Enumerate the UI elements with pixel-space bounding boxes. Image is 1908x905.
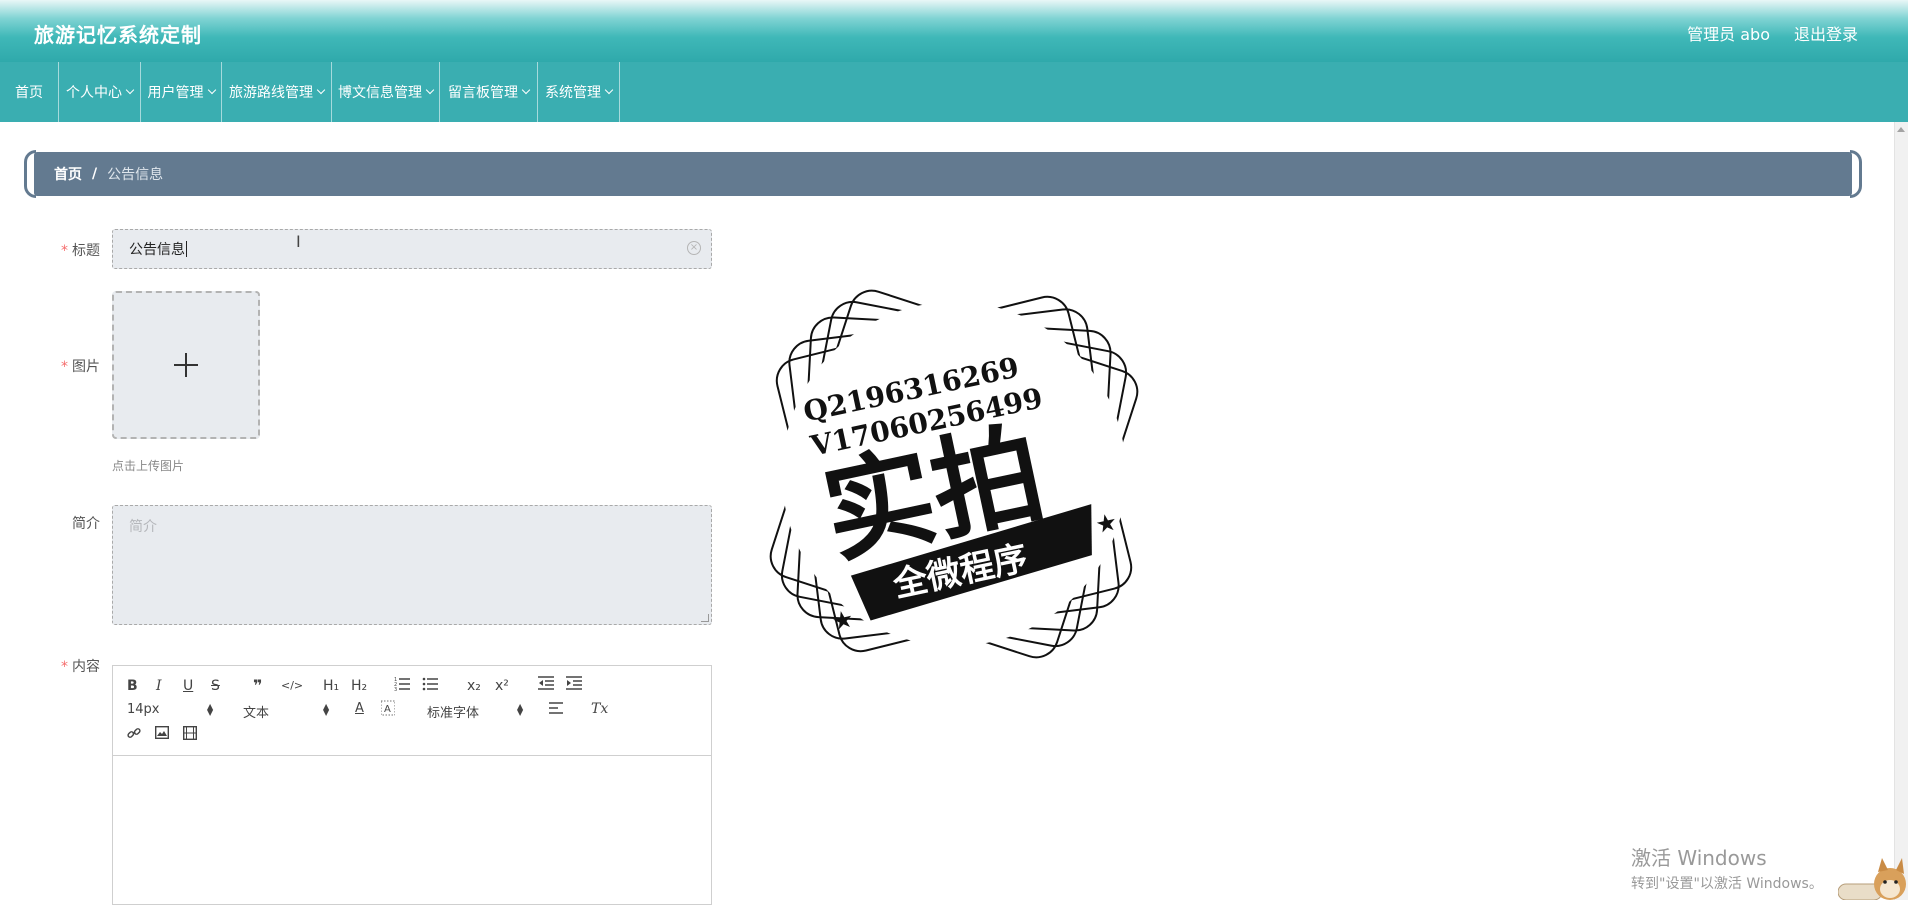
blockquote-button[interactable]: ❞: [253, 676, 262, 695]
intro-textarea[interactable]: 简介: [112, 505, 712, 625]
content-label-text: 内容: [72, 659, 100, 675]
required-mark: *: [61, 243, 68, 259]
svg-text:3: 3: [394, 687, 397, 691]
nav-item-system-management[interactable]: 系统管理: [538, 62, 620, 122]
nav-label: 博文信息管理: [338, 85, 422, 101]
required-mark: *: [61, 359, 68, 375]
chevron-down-icon: [207, 85, 216, 95]
title-label: * 标题: [20, 240, 100, 260]
chevron-down-icon: [125, 85, 135, 95]
select-arrows-icon: ▲ ▼: [517, 702, 524, 717]
nav-item-user-management[interactable]: 用户管理: [141, 62, 222, 122]
image-icon[interactable]: [154, 725, 170, 743]
watermark-stamp: Q2196316269 V17060256499 实拍 全微程序 ★ ★: [769, 289, 1139, 659]
ibeam-cursor-icon: I: [296, 232, 301, 251]
background-color-icon[interactable]: A: [380, 700, 396, 720]
svg-text:A: A: [384, 704, 391, 715]
content-label: * 内容: [20, 656, 100, 676]
image-upload[interactable]: [112, 291, 260, 439]
font-color-button[interactable]: A: [355, 701, 364, 716]
windows-activation-notice: 激活 Windows 转到"设置"以激活 Windows。: [1631, 842, 1823, 893]
h1-button[interactable]: H₁: [323, 678, 339, 694]
intro-placeholder: 简介: [129, 519, 157, 535]
h2-button[interactable]: H₂: [351, 678, 367, 694]
title-label-text: 标题: [72, 243, 100, 259]
ordered-list-icon[interactable]: 123: [394, 675, 410, 695]
plus-icon: [174, 353, 198, 377]
resize-handle-icon[interactable]: [701, 614, 709, 622]
editor-toolbar: B I U S ❞ </> H₁ H₂ 123 x₂ x² 14px ▲ ▼ 文本…: [113, 666, 711, 756]
nav-item-route-management[interactable]: 旅游路线管理: [222, 62, 332, 122]
breadcrumb-bar: 首页 / 公告信息: [34, 152, 1852, 196]
strike-button[interactable]: S: [211, 678, 220, 694]
image-label: * 图片: [20, 356, 100, 376]
chevron-down-icon: [316, 85, 326, 95]
font-size-value: 14px: [127, 702, 160, 717]
app-title: 旅游记忆系统定制: [34, 23, 202, 47]
header-user-area: 管理员 abo 退出登录: [1687, 21, 1858, 45]
bold-button[interactable]: B: [127, 678, 138, 694]
align-left-icon[interactable]: [549, 702, 563, 719]
font-family-select[interactable]: 标准字体 ▲ ▼: [427, 702, 527, 722]
required-mark: *: [61, 659, 68, 675]
bracket-right: [1850, 150, 1862, 198]
admin-label[interactable]: 管理员 abo: [1687, 21, 1770, 45]
underline-button[interactable]: U: [183, 678, 193, 694]
windows-activation-line1: 激活 Windows: [1631, 846, 1767, 870]
chevron-down-icon: [521, 85, 531, 95]
nav-item-message-board[interactable]: 留言板管理: [440, 62, 538, 122]
header-select[interactable]: 文本 ▲ ▼: [243, 702, 333, 722]
breadcrumb: 首页 / 公告信息: [24, 150, 1862, 198]
italic-button[interactable]: I: [156, 678, 162, 694]
nav-label: 用户管理: [147, 85, 204, 101]
link-icon[interactable]: [127, 726, 141, 744]
nav-label: 首页: [15, 85, 43, 101]
vertical-scrollbar[interactable]: [1894, 122, 1908, 900]
nav-label: 旅游路线管理: [229, 85, 313, 101]
windows-activation-line2: 转到"设置"以激活 Windows。: [1631, 876, 1823, 892]
indent-icon[interactable]: [566, 676, 582, 694]
dog-mascot-icon: [1838, 858, 1906, 900]
select-arrows-icon: ▲ ▼: [323, 702, 330, 717]
nav-item-personal-center[interactable]: 个人中心: [59, 62, 141, 122]
bullet-list-icon[interactable]: [422, 675, 438, 695]
clear-icon[interactable]: ×: [687, 241, 701, 255]
logout-link[interactable]: 退出登录: [1794, 21, 1858, 45]
breadcrumb-separator: /: [92, 166, 98, 182]
chevron-down-icon: [604, 85, 614, 95]
select-arrows-icon: ▲ ▼: [207, 702, 214, 717]
rich-text-editor: B I U S ❞ </> H₁ H₂ 123 x₂ x² 14px ▲ ▼ 文本…: [112, 665, 712, 905]
title-input-value: 公告信息: [129, 242, 185, 258]
upload-tip: 点击上传图片: [112, 459, 185, 473]
font-family-value: 标准字体: [427, 706, 480, 721]
chevron-down-icon: [425, 85, 435, 95]
nav-label: 个人中心: [66, 85, 122, 101]
top-header: 旅游记忆系统定制 管理员 abo 退出登录: [0, 0, 1908, 62]
font-size-select[interactable]: 14px ▲ ▼: [127, 702, 217, 720]
text-caret: [186, 241, 187, 257]
header-select-value: 文本: [243, 706, 270, 721]
nav-label: 系统管理: [545, 85, 601, 101]
code-block-button[interactable]: </>: [281, 679, 303, 692]
clean-format-button[interactable]: Tx: [591, 701, 608, 717]
scroll-up-arrow-icon[interactable]: [1897, 127, 1905, 132]
nav-label: 留言板管理: [448, 85, 518, 101]
intro-label: 简介: [20, 513, 100, 533]
nav-item-home[interactable]: 首页: [0, 62, 59, 122]
nav-item-blog-management[interactable]: 博文信息管理: [332, 62, 440, 122]
breadcrumb-current: 公告信息: [107, 167, 164, 183]
main-nav: 首页 个人中心 用户管理 旅游路线管理 博文信息管理 留言板管理 系统管理: [0, 62, 1908, 122]
video-icon[interactable]: [182, 725, 198, 744]
subscript-button[interactable]: x₂: [467, 678, 481, 694]
image-label-text: 图片: [72, 359, 100, 375]
title-input[interactable]: 公告信息 ×: [112, 229, 712, 269]
intro-label-text: 简介: [72, 516, 100, 532]
superscript-button[interactable]: x²: [495, 678, 509, 694]
breadcrumb-home[interactable]: 首页: [54, 164, 82, 184]
outdent-icon[interactable]: [538, 676, 554, 694]
